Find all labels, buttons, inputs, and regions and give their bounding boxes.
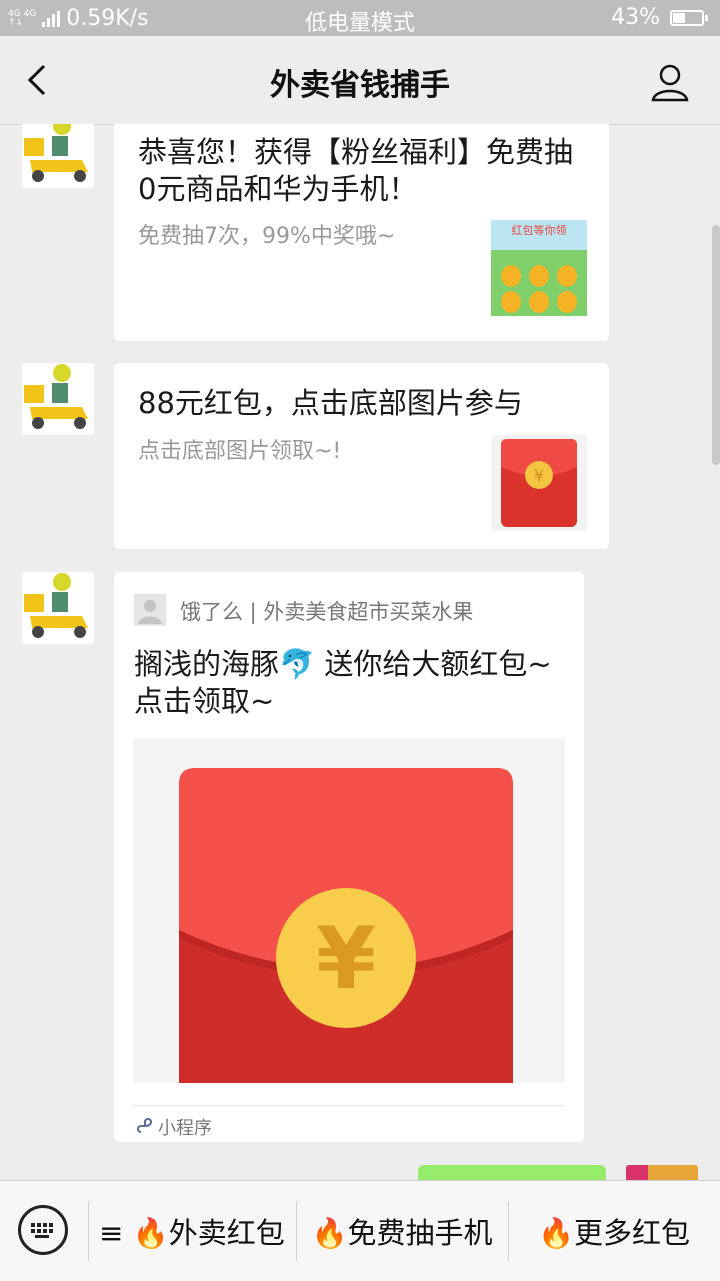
svg-text:¥: ¥ [534,466,544,485]
article-message-2[interactable]: 88元红包，点击底部图片参与 点击底部图片领取~! ¥ [114,363,609,549]
official-account-avatar[interactable] [22,124,94,188]
scrollbar[interactable] [712,225,720,465]
battery-icon [670,9,708,26]
message-description: 点击底部图片领取~! [138,439,342,464]
status-bar: 4G 4G ↑↓ 0.59K/s 低电量模式 43% [0,0,720,36]
official-account-avatar[interactable] [22,363,94,435]
miniprogram-title: 搁浅的海豚🐬 送你给大额红包~点击领取~ [134,647,552,718]
red-packet-thumbnail: ¥ [491,435,587,531]
message-title: 恭喜您！获得【粉丝福利】免费抽0元商品和华为手机！ [138,135,574,206]
svg-text:¥: ¥ [316,909,376,1009]
red-packet-image: ¥ [133,738,565,1083]
chat-title: 外卖省钱捕手 [270,68,450,103]
miniprogram-icon [137,1118,153,1133]
user-avatar[interactable] [626,1165,698,1180]
card-divider [134,1105,564,1106]
miniprogram-label: 小程序 [158,1118,212,1139]
menu-item-more-hongbao[interactable]: 🔥更多红包 [508,1181,720,1281]
miniprogram-card[interactable]: 饿了么 | 外卖美食超市买菜水果 搁浅的海豚🐬 送你给大额红包~点击领取~ ¥ … [114,572,584,1142]
message-title: 88元红包，点击底部图片参与 [138,386,523,420]
keyboard-toggle-icon[interactable] [18,1205,68,1255]
menu-item-waimai-hongbao[interactable]: ≡ 🔥外卖红包 [88,1181,296,1281]
message-description: 免费抽7次，99%中奖哦~ [138,224,396,249]
delivery-rider-icon [24,364,88,429]
custom-menu-bar: ≡ 🔥外卖红包 🔥免费抽手机 🔥更多红包 [0,1180,720,1281]
sent-message-bubble[interactable] [418,1165,606,1180]
miniprogram-source: 饿了么 | 外卖美食超市买菜水果 [180,600,474,624]
lottery-thumbnail: 红包等你领 [491,220,587,316]
battery-percent: 43% [611,5,660,30]
official-account-avatar[interactable] [22,572,94,644]
chat-area: 恭喜您！获得【粉丝福利】免费抽0元商品和华为手机！ 免费抽7次，99%中奖哦~ … [0,124,720,1180]
menu-item-free-phone-draw[interactable]: 🔥免费抽手机 [296,1181,508,1281]
source-avatar-icon [134,594,166,626]
profile-icon[interactable] [650,62,690,102]
article-message-1[interactable]: 恭喜您！获得【粉丝福利】免费抽0元商品和华为手机！ 免费抽7次，99%中奖哦~ … [114,124,609,341]
delivery-rider-icon [24,573,88,638]
thumbnail-caption: 红包等你领 [512,223,567,237]
nav-bar: 外卖省钱捕手 [0,36,720,125]
delivery-rider-icon [24,124,88,182]
